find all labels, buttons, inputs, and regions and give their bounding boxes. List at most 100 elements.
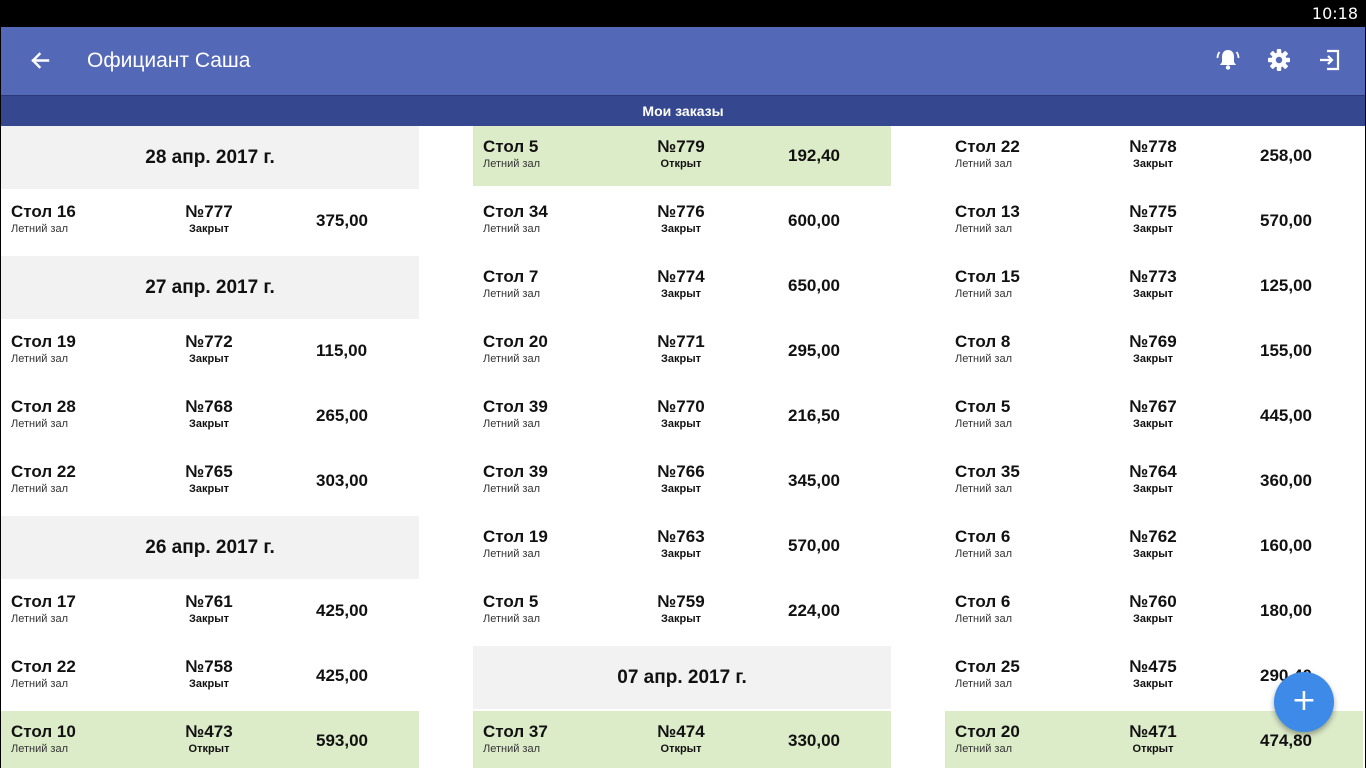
order-sum: 570,00 xyxy=(788,536,840,555)
order-sum: 425,00 xyxy=(316,601,368,620)
back-button[interactable] xyxy=(21,43,57,79)
order-number: №777 xyxy=(185,202,233,221)
bell-ring-icon xyxy=(1216,50,1240,70)
order-table: Стол 20 xyxy=(483,332,548,351)
orders-list: 28 апр. 2017 г. Стол 16 Летний зал №777 Закр… xyxy=(1,126,1365,768)
order-table: Стол 22 xyxy=(11,462,76,481)
order-row[interactable]: Стол 39 Летний зал №766 Закрыт 345,00 xyxy=(473,451,891,511)
order-sum: 445,00 xyxy=(1260,406,1312,425)
order-hall: Летний зал xyxy=(11,353,69,365)
order-number: №778 xyxy=(1129,137,1177,156)
order-sum: 125,00 xyxy=(1260,276,1312,295)
order-hall: Летний зал xyxy=(955,743,1013,755)
logout-button[interactable] xyxy=(1315,45,1345,75)
order-table: Стол 15 xyxy=(955,267,1020,286)
order-status: Закрыт xyxy=(660,613,701,625)
order-row[interactable]: Стол 5 Летний зал №779 Открыт 192,40 xyxy=(473,126,891,186)
order-status: Открыт xyxy=(188,743,230,755)
order-sum: 265,00 xyxy=(316,406,368,425)
order-hall: Летний зал xyxy=(955,613,1013,625)
order-number: №474 xyxy=(657,722,705,741)
order-status: Закрыт xyxy=(1132,678,1173,690)
order-row[interactable]: Стол 37 Летний зал №474 Открыт 330,00 xyxy=(473,711,891,768)
order-number: №762 xyxy=(1129,527,1177,546)
order-row[interactable]: Стол 8 Летний зал №769 Закрыт 155,00 xyxy=(945,321,1363,381)
order-row[interactable]: Стол 16 Летний зал №777 Закрыт 375,00 xyxy=(1,191,419,251)
order-table: Стол 19 xyxy=(11,332,76,351)
order-row[interactable]: Стол 34 Летний зал №776 Закрыт 600,00 xyxy=(473,191,891,251)
add-order-button[interactable]: + xyxy=(1274,672,1334,732)
order-row[interactable]: Стол 5 Летний зал №767 Закрыт 445,00 xyxy=(945,386,1363,446)
order-status: Закрыт xyxy=(660,483,701,495)
order-row[interactable]: Стол 6 Летний зал №760 Закрыт 180,00 xyxy=(945,581,1363,641)
order-sum: 295,00 xyxy=(788,341,840,360)
order-status: Закрыт xyxy=(188,483,229,495)
order-row[interactable]: Стол 5 Летний зал №759 Закрыт 224,00 xyxy=(473,581,891,641)
order-table: Стол 5 xyxy=(955,397,1011,416)
order-sum: 375,00 xyxy=(316,211,368,230)
order-table: Стол 7 xyxy=(483,267,539,286)
order-hall: Летний зал xyxy=(11,483,69,495)
order-sum: 216,50 xyxy=(788,406,840,425)
order-table: Стол 37 xyxy=(483,722,548,741)
order-number: №776 xyxy=(657,202,705,221)
orders-column: 28 апр. 2017 г. Стол 16 Летний зал №777 Закр… xyxy=(1,126,419,768)
order-hall: Летний зал xyxy=(11,418,69,430)
order-row[interactable]: Стол 22 Летний зал №758 Закрыт 425,00 xyxy=(1,646,419,706)
order-status: Закрыт xyxy=(660,288,701,300)
order-hall: Летний зал xyxy=(955,678,1013,690)
order-hall: Летний зал xyxy=(483,613,541,625)
arrow-left-icon xyxy=(31,52,50,69)
gear-icon xyxy=(1268,49,1290,71)
order-sum: 345,00 xyxy=(788,471,840,490)
order-status: Закрыт xyxy=(1132,288,1173,300)
order-number: №767 xyxy=(1129,397,1177,416)
order-row[interactable]: Стол 7 Летний зал №774 Закрыт 650,00 xyxy=(473,256,891,316)
order-status: Закрыт xyxy=(1132,223,1173,235)
order-number: №766 xyxy=(657,462,705,481)
order-status: Закрыт xyxy=(188,613,229,625)
order-number: №763 xyxy=(657,527,705,546)
order-number: №773 xyxy=(1129,267,1177,286)
order-row[interactable]: Стол 39 Летний зал №770 Закрыт 216,50 xyxy=(473,386,891,446)
order-table: Стол 6 xyxy=(955,592,1011,611)
order-row[interactable]: Стол 6 Летний зал №762 Закрыт 160,00 xyxy=(945,516,1363,576)
order-hall: Летний зал xyxy=(483,548,541,560)
order-sum: 180,00 xyxy=(1260,601,1312,620)
order-row[interactable]: Стол 22 Летний зал №778 Закрыт 258,00 xyxy=(945,126,1363,186)
order-status: Закрыт xyxy=(188,353,229,365)
order-row[interactable]: Стол 35 Летний зал №764 Закрыт 360,00 xyxy=(945,451,1363,511)
order-sum: 258,00 xyxy=(1260,146,1312,165)
order-row[interactable]: Стол 20 Летний зал №771 Закрыт 295,00 xyxy=(473,321,891,381)
order-sum: 593,00 xyxy=(316,731,368,750)
order-hall: Летний зал xyxy=(483,483,541,495)
section-header: Мои заказы xyxy=(1,95,1365,126)
order-number: №760 xyxy=(1129,592,1177,611)
order-row[interactable]: Стол 10 Летний зал №473 Открыт 593,00 xyxy=(1,711,419,768)
order-row[interactable]: Стол 13 Летний зал №775 Закрыт 570,00 xyxy=(945,191,1363,251)
settings-button[interactable] xyxy=(1264,45,1294,75)
notifications-button[interactable] xyxy=(1213,45,1243,75)
order-status: Закрыт xyxy=(1132,613,1173,625)
order-sum: 160,00 xyxy=(1260,536,1312,555)
order-status: Закрыт xyxy=(1132,418,1173,430)
order-row[interactable]: Стол 28 Летний зал №768 Закрыт 265,00 xyxy=(1,386,419,446)
order-row[interactable]: Стол 19 Летний зал №772 Закрыт 115,00 xyxy=(1,321,419,381)
order-hall: Летний зал xyxy=(483,353,541,365)
order-table: Стол 8 xyxy=(955,332,1011,351)
order-sum: 330,00 xyxy=(788,731,840,750)
order-status: Закрыт xyxy=(1132,353,1173,365)
page-title: Официант Саша xyxy=(87,49,251,72)
section-title: Мои заказы xyxy=(642,103,724,119)
order-row[interactable]: Стол 22 Летний зал №765 Закрыт 303,00 xyxy=(1,451,419,511)
order-row[interactable]: Стол 19 Летний зал №763 Закрыт 570,00 xyxy=(473,516,891,576)
order-table: Стол 13 xyxy=(955,202,1020,221)
order-row[interactable]: Стол 15 Летний зал №773 Закрыт 125,00 xyxy=(945,256,1363,316)
order-status: Открыт xyxy=(660,158,702,170)
order-row[interactable]: Стол 17 Летний зал №761 Закрыт 425,00 xyxy=(1,581,419,641)
order-hall: Летний зал xyxy=(955,418,1013,430)
order-table: Стол 20 xyxy=(955,722,1020,741)
order-hall: Летний зал xyxy=(955,288,1013,300)
order-table: Стол 35 xyxy=(955,462,1020,481)
order-number: №768 xyxy=(185,397,233,416)
